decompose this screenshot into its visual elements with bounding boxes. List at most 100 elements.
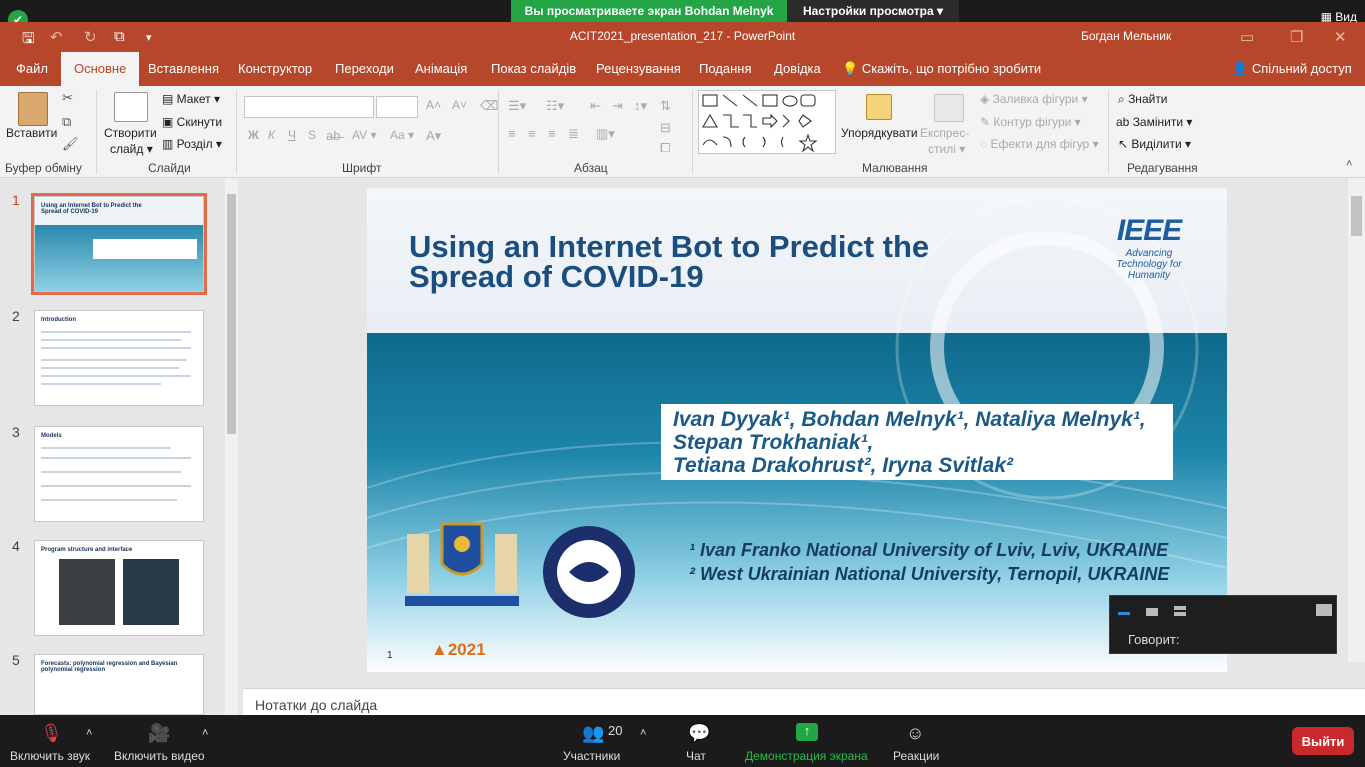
- chat-icon[interactable]: 💬: [688, 723, 710, 744]
- chevron-up-icon[interactable]: ˄: [202, 727, 208, 739]
- arrange-icon[interactable]: [866, 94, 892, 120]
- start-video-button[interactable]: Включить видео: [114, 749, 205, 763]
- quick-styles-button[interactable]: Експрес-: [920, 126, 969, 140]
- thumbnail-slide-1[interactable]: Using an Internet Bot to Predict the Spr…: [31, 193, 207, 295]
- section-button[interactable]: ▥ Розділ ▾: [162, 137, 222, 151]
- find-button[interactable]: ⌕ Знайти: [1118, 92, 1168, 107]
- arrange-button[interactable]: Упорядкувати: [841, 126, 918, 140]
- shapes-gallery[interactable]: [698, 90, 836, 154]
- grow-font-button[interactable]: A˄: [426, 98, 441, 112]
- align-left-icon[interactable]: ≡: [508, 126, 516, 141]
- new-slide-icon[interactable]: [114, 92, 148, 122]
- minimize-icon[interactable]: [1118, 612, 1130, 615]
- tab-insert[interactable]: Вставлення: [148, 52, 219, 86]
- align-right-icon[interactable]: ≡: [548, 126, 556, 141]
- close-icon[interactable]: ✕: [1334, 28, 1347, 46]
- muted-mic-icon[interactable]: 🎙: [40, 723, 63, 744]
- font-name-field[interactable]: [244, 96, 374, 118]
- chevron-up-icon[interactable]: ˄: [86, 727, 92, 739]
- new-slide-button[interactable]: Створити: [104, 126, 157, 140]
- share-screen-button[interactable]: Демонстрация экрана: [745, 749, 868, 763]
- font-size-field[interactable]: [376, 96, 418, 118]
- thumbnail-slide-4[interactable]: Program structure and interface: [34, 540, 204, 636]
- reactions-button[interactable]: Реакции: [893, 749, 939, 763]
- shadow-button[interactable]: S: [308, 128, 316, 142]
- tab-design[interactable]: Конструктор: [238, 52, 312, 86]
- increase-indent-icon[interactable]: ⇥: [612, 98, 623, 114]
- participants-button[interactable]: Участники: [563, 749, 620, 763]
- text-direction-icon[interactable]: ⇅: [660, 98, 671, 114]
- bullets-icon[interactable]: ☰▾: [508, 98, 526, 114]
- shape-effects-button[interactable]: ◌ Ефекти для фігур ▾: [980, 137, 1099, 151]
- thumbnail-slide-2[interactable]: Introduction: [34, 310, 204, 406]
- view-options-button[interactable]: Настройки просмотра ▾: [787, 0, 959, 22]
- bold-button[interactable]: Ж: [248, 128, 259, 142]
- ribbon-options-icon[interactable]: ▭: [1240, 28, 1254, 46]
- chevron-up-icon[interactable]: ˄: [640, 727, 646, 739]
- scroll-thumb[interactable]: [1351, 196, 1362, 236]
- notes-pane[interactable]: Нотатки до слайда: [243, 688, 1365, 715]
- share-button[interactable]: 👤 Спільний доступ: [1232, 52, 1352, 86]
- tab-slideshow[interactable]: Показ слайдів: [491, 52, 576, 86]
- new-slide-dropdown[interactable]: слайд ▾: [110, 142, 153, 156]
- align-text-icon[interactable]: ⊟: [660, 120, 671, 136]
- collapse-ribbon-icon[interactable]: ˄: [1346, 158, 1352, 170]
- reset-button[interactable]: ▣ Скинути: [162, 115, 222, 129]
- align-center-icon[interactable]: ≡: [528, 126, 536, 141]
- tab-view[interactable]: Подання: [699, 52, 752, 86]
- speaker-view-icon[interactable]: [1146, 608, 1158, 616]
- char-spacing-button[interactable]: AV ▾: [352, 128, 376, 142]
- tab-help[interactable]: Довідка: [774, 52, 821, 86]
- paste-button[interactable]: Вставити: [6, 126, 57, 140]
- decrease-indent-icon[interactable]: ⇤: [590, 98, 601, 114]
- video-off-icon[interactable]: 🎥: [148, 723, 170, 744]
- quick-styles-dropdown[interactable]: стилі ▾: [928, 142, 965, 156]
- copy-icon[interactable]: ⧉: [62, 114, 71, 130]
- font-color-icon[interactable]: A▾: [426, 128, 441, 144]
- columns-icon[interactable]: ▥▾: [596, 126, 615, 142]
- paste-icon[interactable]: [18, 92, 48, 126]
- tab-animations[interactable]: Анімація: [415, 52, 467, 86]
- shape-fill-button[interactable]: ◈ Заливка фігури ▾: [980, 92, 1088, 106]
- italic-button[interactable]: К: [268, 128, 275, 142]
- scroll-thumb[interactable]: [227, 194, 236, 434]
- user-name[interactable]: Богдан Мельник: [1081, 29, 1171, 43]
- thumbnails-scrollbar[interactable]: [225, 178, 238, 715]
- slide-title[interactable]: Using an Internet Bot to Predict the Spr…: [409, 231, 1019, 292]
- smartart-icon[interactable]: ⧠: [660, 140, 670, 156]
- reactions-icon[interactable]: ☺: [906, 723, 924, 744]
- cut-icon[interactable]: ✂: [62, 90, 73, 106]
- quick-styles-icon[interactable]: [934, 94, 964, 122]
- unmute-button[interactable]: Включить звук: [10, 749, 90, 763]
- line-spacing-icon[interactable]: ↕▾: [634, 98, 647, 114]
- thumbnail-slide-5[interactable]: Forecasts: polynomial regression and Bay…: [34, 654, 204, 715]
- authors-box[interactable]: Ivan Dyyak¹, Bohdan Melnyk¹, Nataliya Me…: [661, 404, 1173, 480]
- share-screen-icon[interactable]: ↑: [796, 723, 818, 741]
- select-button[interactable]: ↖ Виділити ▾: [1118, 137, 1191, 151]
- gallery-view-icon[interactable]: [1174, 606, 1186, 616]
- thumbnail-slide-3[interactable]: Models: [34, 426, 204, 522]
- tab-review[interactable]: Рецензування: [596, 52, 681, 86]
- current-slide[interactable]: Using an Internet Bot to Predict the Spr…: [367, 188, 1227, 672]
- change-case-button[interactable]: Aa ▾: [390, 128, 414, 142]
- editor-scrollbar[interactable]: [1348, 178, 1365, 662]
- format-painter-icon[interactable]: 🖌: [62, 136, 79, 152]
- tell-me-search[interactable]: 💡 Скажіть, що потрібно зробити: [842, 52, 1041, 86]
- justify-icon[interactable]: ≣: [568, 126, 579, 142]
- tab-transitions[interactable]: Переходи: [335, 52, 394, 86]
- restore-icon[interactable]: ❐: [1290, 28, 1303, 46]
- strikethrough-icon[interactable]: a̶b̶: [326, 128, 340, 143]
- tab-home[interactable]: Основне: [61, 52, 140, 87]
- participants-icon[interactable]: 👥: [582, 723, 604, 744]
- chat-button[interactable]: Чат: [686, 749, 706, 763]
- underline-button[interactable]: Ч: [288, 128, 296, 142]
- replace-button[interactable]: ab Замінити ▾: [1116, 115, 1192, 129]
- layout-button[interactable]: ▤ Макет ▾: [162, 92, 220, 106]
- active-speaker-window[interactable]: Говорит:: [1109, 595, 1337, 654]
- leave-button[interactable]: Выйти: [1292, 727, 1354, 755]
- tab-file[interactable]: Файл: [16, 52, 48, 86]
- shape-outline-button[interactable]: ✎ Контур фігури ▾: [980, 115, 1081, 129]
- clear-format-icon[interactable]: ⌫: [480, 98, 498, 114]
- shrink-font-button[interactable]: A˅: [452, 98, 467, 112]
- fullscreen-icon[interactable]: [1316, 604, 1332, 616]
